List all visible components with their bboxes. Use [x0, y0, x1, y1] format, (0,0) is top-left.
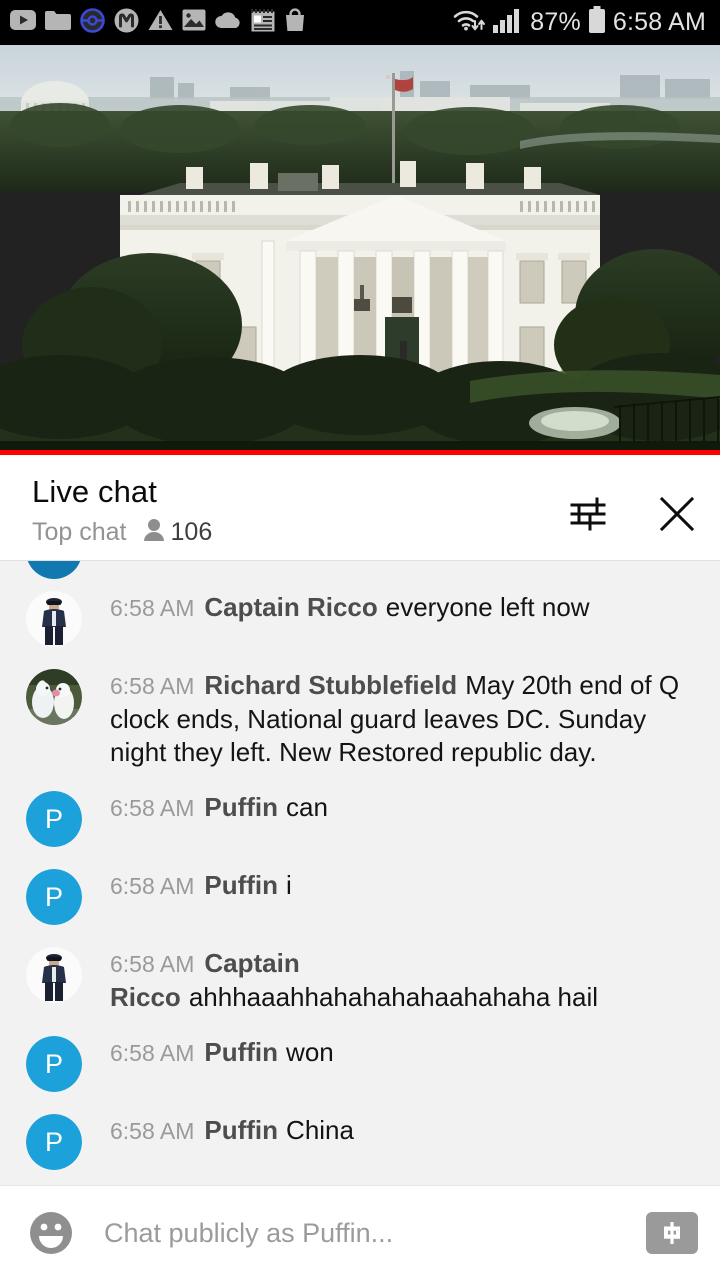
- message-text: can: [286, 792, 328, 822]
- wifi-icon: [453, 7, 486, 38]
- message-timestamp: 6:58 AM: [110, 873, 195, 899]
- messenger-m-icon: [114, 8, 139, 38]
- warning-triangle-icon: [148, 9, 173, 36]
- photo-icon: [182, 9, 206, 36]
- pokemon-go-icon: [80, 7, 105, 38]
- message-timestamp: 6:58 AM: [110, 1118, 195, 1144]
- avatar-initial: P: [26, 1036, 82, 1092]
- chat-input-bar: [0, 1185, 720, 1280]
- message-line: 6:58 AM Richard Stubblefield May 20th end …: [110, 669, 696, 769]
- avatar-initial: P: [26, 869, 82, 925]
- clock-label: 6:58 AM: [612, 8, 706, 36]
- status-bar-system: 87% 6:58 AM: [453, 6, 706, 39]
- message-timestamp: 6:58 AM: [110, 673, 195, 699]
- chat-settings-icon[interactable]: [566, 492, 610, 536]
- folder-icon: [45, 10, 71, 36]
- youtube-live-chat-screen: 87% 6:58 AM Live chat Top chat 106 6:58 …: [0, 0, 720, 1280]
- message-body: 6:58 AM Puffin can: [82, 789, 696, 825]
- live-chat-message-list-inner: 6:58 AM Captain Ricco everyone left now: [0, 561, 720, 1180]
- news-icon: [251, 8, 275, 37]
- page-title: Live chat: [32, 474, 157, 509]
- message-body: 6:58 AM Puffin won: [82, 1034, 696, 1070]
- battery-icon: [588, 6, 606, 39]
- avatar[interactable]: [26, 947, 82, 1003]
- avatar[interactable]: P: [26, 1036, 82, 1092]
- message-timestamp: 6:58 AM: [110, 795, 195, 821]
- list-item[interactable]: 6:58 AM Captain Ricco ahhhaaahhahahahahaah…: [0, 935, 720, 1024]
- list-item[interactable]: P 6:58 AM Puffin China: [0, 1102, 720, 1180]
- message-author[interactable]: Captain Ricco: [204, 592, 377, 622]
- message-author[interactable]: Puffin: [204, 1115, 278, 1145]
- message-author[interactable]: Puffin: [204, 870, 278, 900]
- list-item[interactable]: 6:58 AM Captain Ricco everyone left now: [0, 579, 720, 657]
- list-item[interactable]: 6:58 AM Richard Stubblefield May 20th end …: [0, 657, 720, 779]
- message-text: ahhhaaahhahahahahaahahaha hail: [188, 982, 599, 1012]
- emoji-smiley-icon[interactable]: [26, 1208, 76, 1258]
- message-body: 6:58 AM Puffin China: [82, 1112, 696, 1148]
- list-item[interactable]: P 6:58 AM Puffin won: [0, 1024, 720, 1102]
- message-body: 6:58 AM Puffin i: [82, 867, 696, 903]
- live-chat-message-list[interactable]: 6:58 AM Captain Ricco everyone left now: [0, 560, 720, 1185]
- live-chat-header: Live chat Top chat 106: [0, 455, 720, 560]
- avatar[interactable]: [26, 669, 82, 725]
- avatar[interactable]: [26, 591, 82, 647]
- avatar-initial: P: [26, 791, 82, 847]
- message-line: 6:58 AM Puffin China: [110, 1114, 696, 1148]
- avatar[interactable]: P: [26, 791, 82, 847]
- message-timestamp: 6:58 AM: [110, 951, 195, 977]
- message-text: China: [286, 1115, 354, 1145]
- chat-input[interactable]: [76, 1217, 636, 1249]
- video-player[interactable]: [0, 45, 720, 450]
- list-item[interactable]: P 6:58 AM Puffin i: [0, 857, 720, 935]
- battery-percent-label: 87%: [530, 8, 581, 36]
- youtube-icon: [10, 10, 36, 35]
- cloud-icon: [215, 11, 242, 34]
- status-bar: 87% 6:58 AM: [0, 0, 720, 45]
- list-item-partial: [0, 561, 720, 579]
- message-line: 6:58 AM Puffin can: [110, 791, 696, 825]
- avatar[interactable]: P: [26, 1114, 82, 1170]
- dollar-superchat-icon[interactable]: [646, 1212, 698, 1254]
- message-author[interactable]: Puffin: [204, 792, 278, 822]
- list-item[interactable]: P 6:58 AM Puffin can: [0, 779, 720, 857]
- chat-header-actions: [566, 473, 700, 537]
- message-text: everyone left now: [385, 592, 590, 622]
- avatar: [26, 561, 82, 579]
- message-body: 6:58 AM Captain Ricco ahhhaaahhahahahahaah…: [82, 945, 696, 1014]
- avatar[interactable]: P: [26, 869, 82, 925]
- message-text: i: [286, 870, 292, 900]
- message-line: 6:58 AM Puffin i: [110, 869, 696, 903]
- message-author[interactable]: Richard Stubblefield: [204, 670, 457, 700]
- chat-mode-label[interactable]: Top chat: [32, 517, 127, 547]
- viewer-count-label: 106: [170, 518, 213, 546]
- cellular-signal-icon: [493, 7, 523, 38]
- message-timestamp: 6:58 AM: [110, 595, 195, 621]
- message-line: 6:58 AM Captain Ricco ahhhaaahhahahahahaah…: [110, 947, 696, 1014]
- close-icon[interactable]: [654, 491, 700, 537]
- person-icon: [143, 518, 165, 547]
- message-line: 6:58 AM Puffin won: [110, 1036, 696, 1070]
- message-body: 6:58 AM Richard Stubblefield May 20th end …: [82, 667, 696, 769]
- message-author[interactable]: Puffin: [204, 1037, 278, 1067]
- avatar-initial: P: [26, 1114, 82, 1170]
- chat-subheader: Top chat 106: [32, 517, 566, 547]
- white-house-live-stream-frame: [0, 45, 720, 450]
- message-text: won: [286, 1037, 334, 1067]
- live-chat-header-text: Live chat Top chat 106: [32, 473, 566, 547]
- status-bar-notifications: [10, 7, 453, 38]
- message-timestamp: 6:58 AM: [110, 1040, 195, 1066]
- message-body: 6:58 AM Captain Ricco everyone left now: [82, 589, 696, 625]
- viewer-count-group: 106: [143, 517, 213, 547]
- shopping-bag-icon: [284, 8, 306, 37]
- message-line: 6:58 AM Captain Ricco everyone left now: [110, 591, 696, 625]
